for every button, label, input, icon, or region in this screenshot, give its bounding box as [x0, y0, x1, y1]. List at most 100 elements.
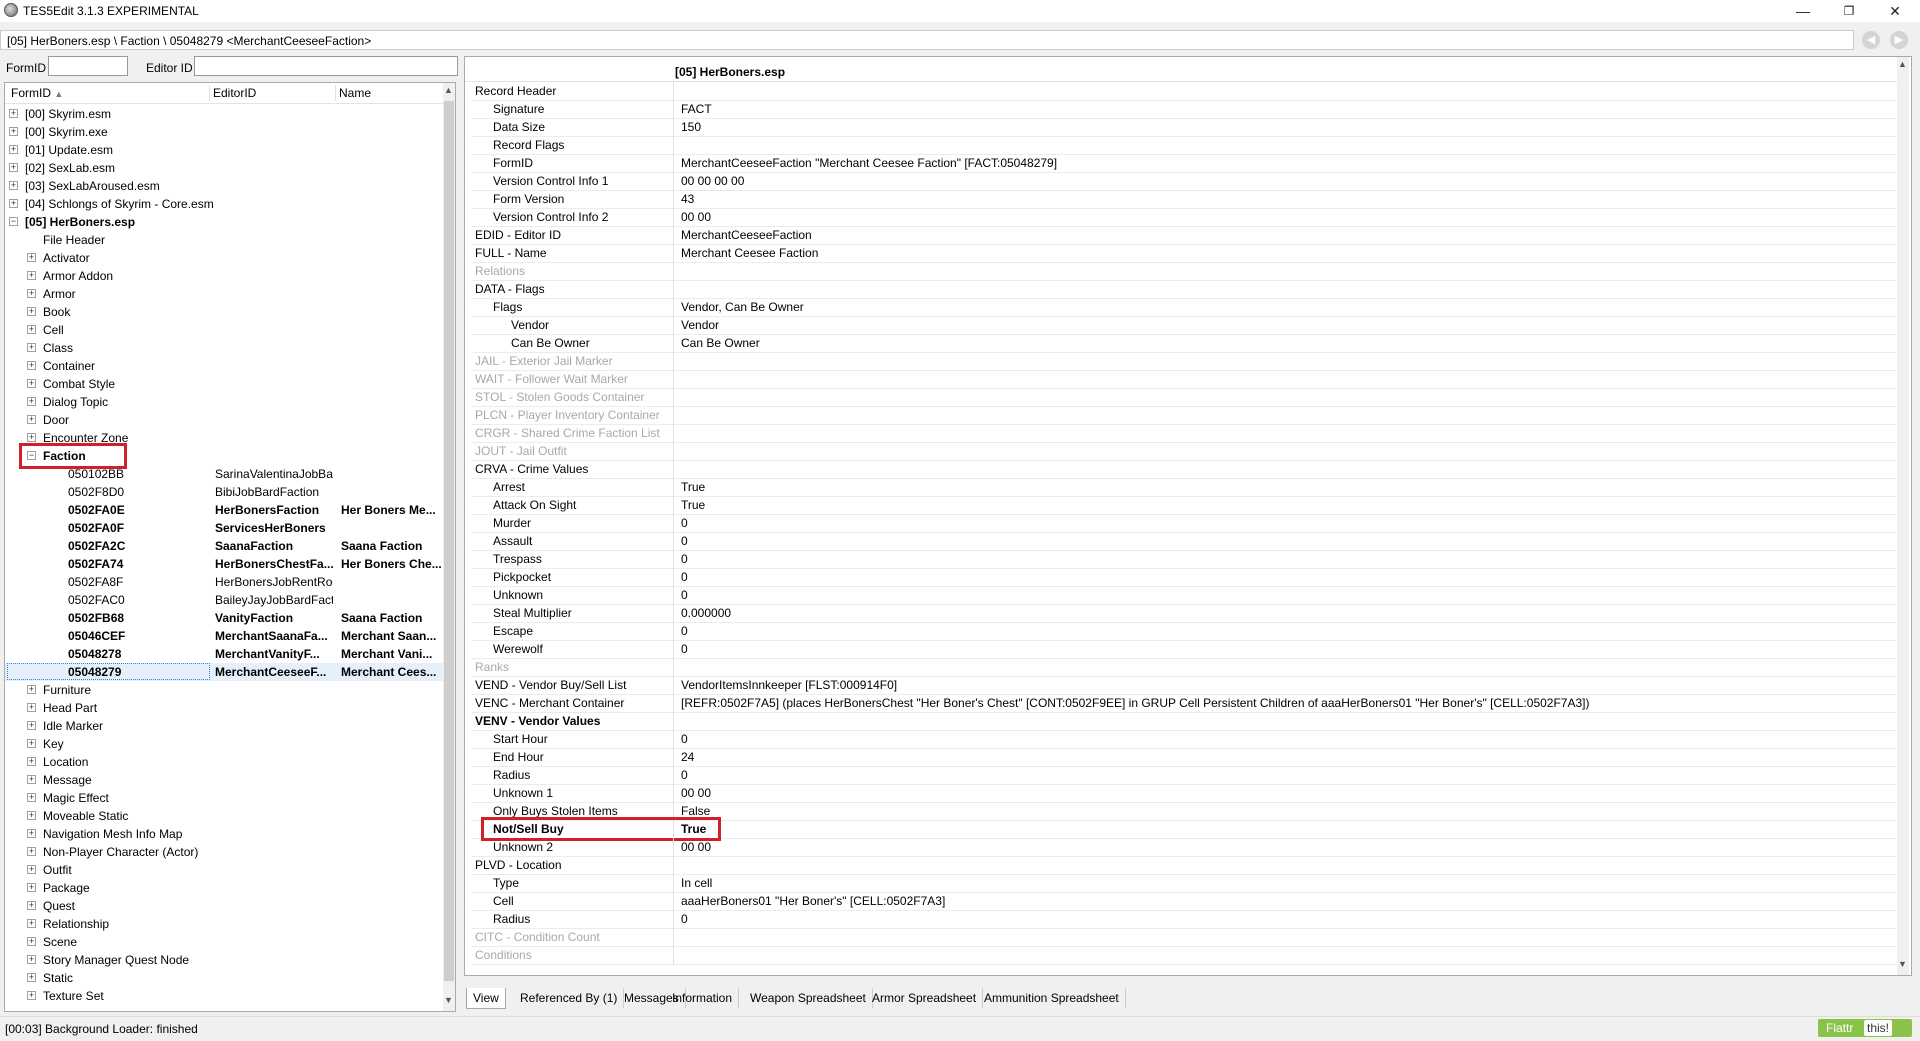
record-row[interactable]: 0502FA0F ServicesHerBoners — [5, 519, 445, 537]
expand-icon[interactable]: + — [27, 379, 36, 388]
back-arrow-icon[interactable]: ◀ — [1862, 31, 1880, 49]
field-value[interactable]: In cell — [681, 876, 712, 890]
expand-icon[interactable]: + — [27, 829, 36, 838]
record-field-row[interactable]: Signature FACT — [471, 100, 1905, 119]
scroll-down-icon[interactable]: ▼ — [444, 995, 453, 1005]
record-field-row[interactable]: Record Header — [471, 82, 1905, 101]
column-header-name[interactable]: Name — [339, 86, 371, 100]
tree-node[interactable]: + Door — [5, 411, 445, 429]
record-field-row[interactable]: STOL - Stolen Goods Container — [471, 388, 1905, 407]
field-value[interactable]: 00 00 00 00 — [681, 174, 744, 188]
field-value[interactable]: True — [681, 480, 705, 494]
field-value[interactable]: Vendor — [681, 318, 719, 332]
tree-node[interactable]: + Navigation Mesh Info Map — [5, 825, 445, 843]
tree-node[interactable]: + Container — [5, 357, 445, 375]
expand-icon[interactable]: + — [27, 955, 36, 964]
expand-icon[interactable]: + — [27, 307, 36, 316]
column-divider[interactable] — [335, 85, 336, 101]
expand-icon[interactable]: + — [27, 901, 36, 910]
expand-icon[interactable]: + — [27, 703, 36, 712]
expand-icon[interactable]: + — [27, 433, 36, 442]
tree-node[interactable]: + [00] Skyrim.exe — [5, 123, 445, 141]
tree-node[interactable]: + [00] Skyrim.esm — [5, 105, 445, 123]
record-field-row[interactable]: End Hour 24 — [471, 748, 1905, 767]
record-field-row[interactable]: JOUT - Jail Outfit — [471, 442, 1905, 461]
record-field-row[interactable]: Data Size 150 — [471, 118, 1905, 137]
expand-icon[interactable]: + — [27, 757, 36, 766]
field-value[interactable]: VendorItemsInnkeeper [FLST:000914F0] — [681, 678, 897, 692]
field-value[interactable]: 00 00 — [681, 210, 711, 224]
field-value[interactable]: MerchantCeeseeFaction — [681, 228, 812, 242]
field-value[interactable]: 24 — [681, 750, 694, 764]
record-row[interactable]: 05048279 MerchantCeeseeF... Merchant Cees.… — [5, 663, 445, 681]
record-field-row[interactable]: CITC - Condition Count — [471, 928, 1905, 947]
tree-scrollbar[interactable]: ▲ ▼ — [443, 83, 455, 1011]
record-row[interactable]: 0502FB68 VanityFaction Saana Faction — [5, 609, 445, 627]
record-field-row[interactable]: Not/Sell Buy True — [471, 817, 1905, 841]
tree-node[interactable]: + Magic Effect — [5, 789, 445, 807]
expand-icon[interactable]: + — [9, 181, 18, 190]
tree-node[interactable]: + Cell — [5, 321, 445, 339]
tree-node[interactable]: + Key — [5, 735, 445, 753]
record-field-row[interactable]: EDID - Editor ID MerchantCeeseeFaction — [471, 226, 1905, 245]
tree-node[interactable]: + Idle Marker — [5, 717, 445, 735]
record-field-row[interactable]: Trespass 0 — [471, 550, 1905, 569]
record-field-row[interactable]: Unknown 1 00 00 — [471, 784, 1905, 803]
tree-node[interactable]: + Armor — [5, 285, 445, 303]
field-value[interactable]: 150 — [681, 120, 701, 134]
field-value[interactable]: 0.000000 — [681, 606, 731, 620]
tree-node[interactable]: + Static — [5, 969, 445, 987]
tab-ammunition-spreadsheet[interactable]: Ammunition Spreadsheet — [978, 988, 1126, 1008]
editorid-filter-input[interactable] — [194, 56, 458, 76]
expand-icon[interactable]: + — [27, 775, 36, 784]
field-value[interactable]: 0 — [681, 642, 688, 656]
expand-icon[interactable]: + — [27, 685, 36, 694]
record-field-row[interactable]: FULL - Name Merchant Ceesee Faction — [471, 244, 1905, 263]
tab-armor-spreadsheet[interactable]: Armor Spreadsheet — [866, 988, 984, 1008]
flattr-button[interactable]: Flattr this! — [1818, 1019, 1912, 1037]
tree-node[interactable]: + Dialog Topic — [5, 393, 445, 411]
record-field-row[interactable]: CRGR - Shared Crime Faction List — [471, 424, 1905, 443]
tab-referenced-by-1[interactable]: Referenced By (1) — [514, 988, 625, 1008]
tab-weapon-spreadsheet[interactable]: Weapon Spreadsheet — [744, 988, 873, 1008]
record-row[interactable]: 050102BB SarinaValentinaJobBardFaction — [5, 465, 445, 483]
record-field-row[interactable]: Arrest True — [471, 478, 1905, 497]
tree-node[interactable]: + [04] Schlongs of Skyrim - Core.esm — [5, 195, 445, 213]
tree-node[interactable]: + Moveable Static — [5, 807, 445, 825]
tree-node[interactable]: + Message — [5, 771, 445, 789]
field-value[interactable]: 0 — [681, 732, 688, 746]
expand-icon[interactable]: + — [27, 811, 36, 820]
expand-icon[interactable]: + — [27, 397, 36, 406]
forward-arrow-icon[interactable]: ▶ — [1890, 31, 1908, 49]
expand-icon[interactable]: + — [27, 937, 36, 946]
collapse-icon[interactable]: − — [9, 217, 18, 226]
record-path-bar[interactable]: [05] HerBoners.esp \ Faction \ 05048279 … — [0, 30, 1854, 50]
navigation-tree-panel[interactable]: FormID ▲ EditorID Name + [00] Skyrim.esm +… — [4, 82, 456, 1012]
record-field-row[interactable]: Start Hour 0 — [471, 730, 1905, 749]
record-field-row[interactable]: JAIL - Exterior Jail Marker — [471, 352, 1905, 371]
field-value[interactable]: aaaHerBoners01 "Her Boner's" [CELL:0502F… — [681, 894, 945, 908]
field-value[interactable]: 0 — [681, 912, 688, 926]
record-field-row[interactable]: FormID MerchantCeeseeFaction "Merchant Ce… — [471, 154, 1905, 173]
expand-icon[interactable]: + — [27, 847, 36, 856]
expand-icon[interactable]: + — [9, 145, 18, 154]
column-divider[interactable] — [209, 85, 210, 101]
expand-icon[interactable]: + — [27, 865, 36, 874]
record-field-row[interactable]: Record Flags — [471, 136, 1905, 155]
tree-node[interactable]: + Book — [5, 303, 445, 321]
expand-icon[interactable]: + — [27, 991, 36, 1000]
field-value[interactable]: Merchant Ceesee Faction — [681, 246, 818, 260]
record-row[interactable]: 05046CEF MerchantSaanaFa... Merchant Saan.… — [5, 627, 445, 645]
tree-node[interactable]: + [03] SexLabAroused.esm — [5, 177, 445, 195]
record-field-row[interactable]: Radius 0 — [471, 910, 1905, 929]
record-field-row[interactable]: Escape 0 — [471, 622, 1905, 641]
tree-node[interactable]: + Location — [5, 753, 445, 771]
tree-node[interactable]: − Faction — [5, 443, 445, 469]
tab-information[interactable]: Information — [666, 988, 740, 1008]
record-scrollbar[interactable]: ▲ ▼ — [1897, 57, 1909, 975]
minimize-button[interactable]: — — [1780, 0, 1826, 22]
record-field-row[interactable]: Vendor Vendor — [471, 316, 1905, 335]
expand-icon[interactable]: + — [27, 415, 36, 424]
record-field-row[interactable]: Type In cell — [471, 874, 1905, 893]
record-row[interactable]: 0502FA74 HerBonersChestFa... Her Boners Ch… — [5, 555, 445, 573]
